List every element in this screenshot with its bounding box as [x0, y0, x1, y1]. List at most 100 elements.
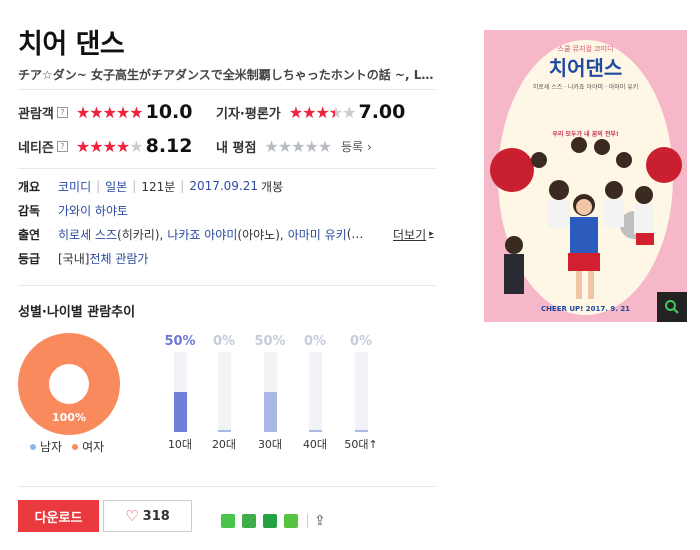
director-link[interactable]: 가와이 하야토 [58, 202, 128, 219]
grade-link[interactable]: 전체 관람가 [89, 250, 148, 267]
director-label: 감독 [18, 203, 41, 218]
demographics-title: 성별·나이별 관람추이 [18, 305, 136, 320]
age-pct-label: 0% [303, 334, 327, 349]
female-legend-dot [72, 443, 79, 450]
age-bar-track [308, 352, 322, 432]
age-pct-label: 50% [254, 334, 286, 349]
bookmark-share-icon[interactable] [263, 514, 277, 528]
star-icon: ★ [302, 102, 316, 122]
age-bar-track [263, 352, 277, 432]
blog-share-icon[interactable] [221, 514, 235, 528]
cast-link[interactable]: 아마미 유키 [288, 226, 347, 243]
age-bar-track [354, 352, 368, 432]
critic-stars: ★★★★★★ [288, 102, 357, 122]
share-icon[interactable]: ⇪ [314, 513, 326, 529]
age-pct-label: 50% [164, 334, 196, 349]
cast-link[interactable]: 히로세 스즈 [58, 226, 117, 243]
my-rating-label: 내 평점 [216, 140, 257, 156]
critic-label: 기자·평론가 [216, 106, 281, 122]
age-pct-label: 0% [212, 334, 236, 349]
cheerleaders-illustration [490, 137, 682, 299]
grade-row: 등급 [국내] 전체 관람가 [18, 249, 148, 267]
poster-title: 치어댄스 [548, 56, 623, 80]
age-bar-0: 50% 10대 [157, 334, 203, 452]
release-suffix: 개봉 [261, 179, 284, 194]
age-bar-4: 0% 50대↑ [338, 334, 384, 452]
like-button[interactable]: ♡ 318 [103, 500, 192, 532]
separator: | [180, 179, 185, 193]
gender-legend: 남자 여자 [30, 438, 104, 455]
release-date-link[interactable]: 2017.09.21 [189, 179, 258, 193]
star-icon: ★ [315, 102, 329, 122]
age-bar-track [217, 352, 231, 432]
star-icon: ★ [342, 102, 356, 122]
heart-icon: ♡ [125, 507, 139, 525]
grade-label: 등급 [18, 251, 41, 266]
my-rating-stars[interactable]: ★ ★ ★ ★ ★ [264, 137, 332, 156]
star-icon: ★ [75, 136, 90, 156]
age-label: 20대 [211, 438, 237, 451]
age-bar-fill [173, 392, 187, 432]
male-legend-dot [30, 443, 36, 450]
female-legend-label: 여자 [82, 440, 105, 454]
star-icon: ★ [89, 136, 103, 156]
help-icon[interactable]: ? [56, 106, 68, 118]
divider [18, 168, 436, 169]
star-icon: ★ [75, 102, 90, 122]
overview-row: 개요 코미디 | 일본 | 121분 | 2017.09.21 개봉 [18, 177, 283, 195]
genre-link[interactable]: 코미디 [58, 178, 91, 195]
age-pct-label: 0% [349, 334, 373, 349]
star-icon: ★ [288, 102, 303, 122]
country-link[interactable]: 일본 [105, 178, 127, 195]
separator: | [96, 179, 101, 193]
star-icon: ★ [129, 102, 143, 122]
age-bar-fill [308, 430, 322, 432]
gender-donut-chart: 100% [18, 333, 120, 435]
star-icon: ★ [129, 136, 143, 156]
search-icon [665, 300, 679, 314]
netizen-label: 네티즌 [18, 140, 54, 156]
more-cast-link[interactable]: 더보기 ▸ [393, 225, 434, 243]
critic-score: 7.00 [358, 101, 406, 123]
star-icon: ★ [102, 102, 117, 122]
age-label: 10대 [167, 438, 193, 451]
divider [18, 89, 436, 90]
age-label: 40대 [302, 438, 328, 451]
director-row: 감독 가와이 하야토 [18, 201, 128, 219]
audience-score: 10.0 [145, 101, 193, 123]
grade-prefix: [국내] [58, 251, 90, 266]
age-bar-fill [217, 430, 231, 432]
like-count: 318 [142, 508, 170, 524]
age-bar-fill [354, 430, 368, 432]
poster-cast: 히로세 스즈 · 나카죠 아야미 · 아마미 유키 [532, 84, 639, 91]
cast-link[interactable]: 나카죠 아야미 [167, 226, 237, 243]
memo-share-icon[interactable] [284, 514, 298, 528]
netizen-stars: ★ ★ ★ ★ ★ [75, 136, 144, 156]
help-icon[interactable]: ? [56, 140, 68, 152]
audience-stars: ★ ★ ★ ★ ★ [75, 102, 144, 122]
zoom-button[interactable] [657, 292, 687, 322]
audience-label: 관람객 [18, 106, 54, 122]
age-bar-track [173, 352, 187, 432]
age-bar-2: 50% 30대 [247, 334, 293, 452]
runtime: 121분 [141, 179, 176, 194]
age-bar-3: 0% 40대 [292, 334, 338, 452]
half-star-icon: ★★ [328, 102, 343, 122]
star-icon: ★ [115, 102, 130, 122]
movie-poster[interactable]: 스쿨 뮤지컬 코미디 치어댄스 히로세 스즈 · 나카죠 아야미 · 아마미 유… [484, 30, 687, 322]
netizen-score: 8.12 [145, 135, 193, 157]
divider [18, 285, 436, 286]
page-title: 치어 댄스 [18, 29, 125, 60]
star-icon: ★ [115, 136, 130, 156]
overview-label: 개요 [18, 179, 41, 194]
age-label: 50대↑ [344, 438, 378, 451]
male-legend-label: 남자 [40, 440, 63, 454]
critic-rating: 기자·평론가 ★★★★★★ 7.00 [216, 101, 405, 123]
caret-right-icon: ▸ [429, 229, 434, 239]
cafe-share-icon[interactable] [242, 514, 256, 528]
age-bar-fill [263, 392, 277, 432]
divider [18, 486, 436, 487]
download-button[interactable]: 다운로드 [18, 500, 99, 532]
netizen-rating: 네티즌? ★ ★ ★ ★ ★ 8.12 [18, 135, 193, 157]
register-rating-link[interactable]: 등록 › [341, 138, 372, 155]
